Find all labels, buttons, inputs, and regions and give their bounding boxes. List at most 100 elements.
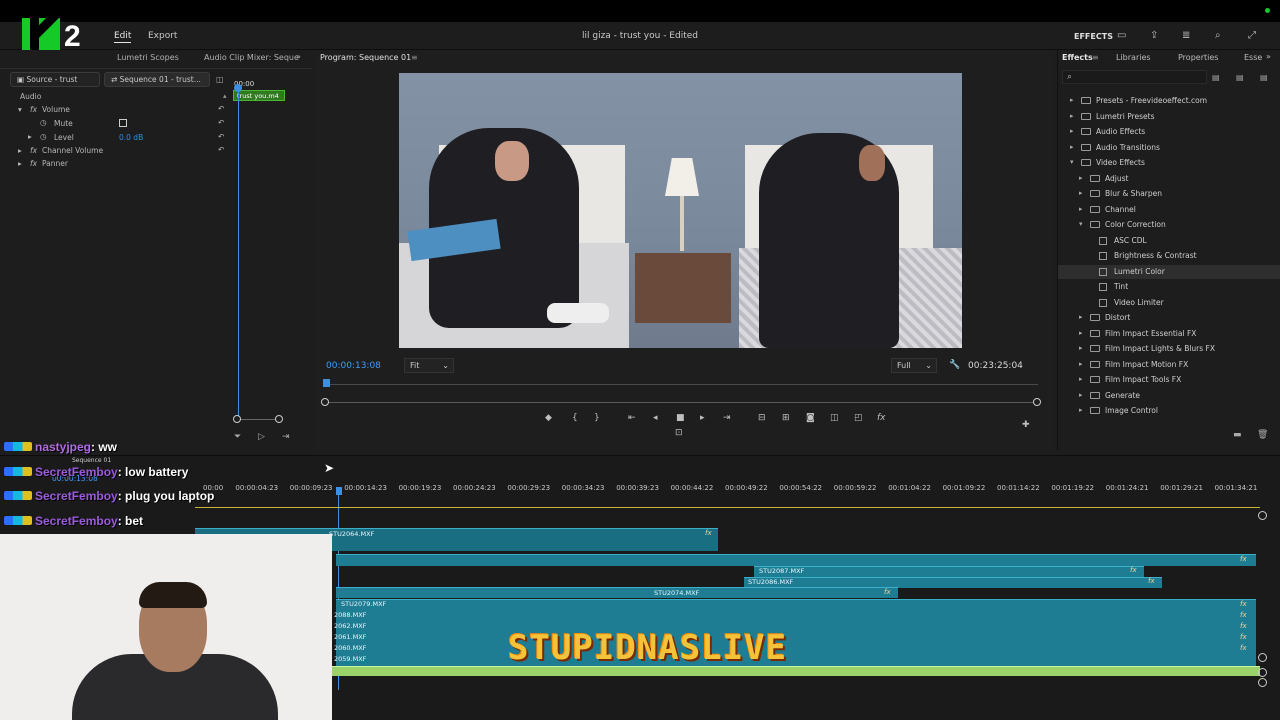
effects-tree-item[interactable] — [1058, 125, 1280, 139]
effects-tree-item[interactable] — [1058, 234, 1280, 248]
chevron-right-icon[interactable]: ▸ — [1079, 360, 1083, 368]
more-tabs-icon[interactable]: » — [296, 52, 301, 61]
work-area-bar[interactable] — [195, 507, 1260, 508]
effects-tree-item[interactable] — [1058, 110, 1280, 124]
timeline-ruler[interactable]: 00:00 00:00:04:23 00:00:09:23 00:00:14:23 00… — [195, 478, 1280, 496]
reset-icon[interactable]: ↶ — [218, 132, 224, 141]
add-button-icon[interactable]: ✚ — [1022, 420, 1030, 430]
compare-icon[interactable]: ◫ — [830, 413, 839, 423]
effects-tree-item[interactable] — [1058, 156, 1280, 170]
chevron-right-icon[interactable]: ▸ — [1079, 391, 1083, 399]
timeline-tab[interactable]: Sequence 01 — [72, 457, 111, 464]
chat-username[interactable]: nastyjpeg — [35, 440, 91, 454]
trash-icon[interactable]: 🗑 — [1257, 430, 1268, 440]
chat-username[interactable]: SecretFemboy — [35, 489, 118, 503]
collapse-icon[interactable]: ▴ — [223, 92, 227, 100]
multicam-icon[interactable]: ⊡ — [675, 428, 683, 438]
chevron-right-icon[interactable]: ▸ — [1079, 406, 1083, 414]
vr-icon[interactable]: ◰ — [854, 413, 863, 423]
tab-source[interactable]: ▣ Source - trust — [10, 72, 100, 87]
reset-icon[interactable]: ↶ — [218, 104, 224, 113]
chevron-right-icon[interactable]: ▸ — [1079, 329, 1083, 337]
audio-track-clip[interactable] — [332, 666, 1260, 676]
scroll-knob[interactable] — [1258, 511, 1267, 520]
tab-menu-icon[interactable]: ≡ — [1092, 53, 1099, 62]
marker-icon[interactable]: ◆ — [545, 413, 552, 423]
expand-channel-volume-icon[interactable]: ▸ — [18, 146, 22, 155]
search-icon[interactable]: ⌕ — [1215, 30, 1221, 41]
chevron-down-icon[interactable]: ▾ — [1070, 158, 1074, 166]
expand-panner-icon[interactable]: ▸ — [18, 159, 22, 168]
ec-playhead[interactable] — [238, 88, 239, 418]
step-forward-icon[interactable]: ▸ — [700, 413, 705, 423]
chevron-right-icon[interactable]: ▸ — [1079, 174, 1083, 182]
share-icon[interactable]: ⇪ — [1150, 30, 1158, 41]
tab-essential[interactable]: Esse — [1244, 53, 1262, 62]
effects-tree-item[interactable] — [1058, 264, 1280, 279]
reset-icon[interactable]: ↶ — [218, 118, 224, 127]
workspace-effects[interactable]: EFFECTS — [1074, 32, 1113, 41]
chevron-right-icon[interactable]: ▸ — [1079, 189, 1083, 197]
tab-audio-clip-mixer[interactable]: Audio Clip Mixer: Seque — [204, 53, 299, 62]
new-bin-icon[interactable]: ▬ — [1233, 430, 1242, 440]
mark-in-icon[interactable]: { — [572, 413, 578, 423]
chevron-right-icon[interactable]: ▸ — [1079, 375, 1083, 383]
expand-level-icon[interactable]: ▸ — [28, 132, 32, 141]
timeline-clip[interactable] — [336, 587, 898, 598]
go-to-in-icon[interactable]: ⇤ — [628, 413, 636, 423]
video-frame[interactable] — [399, 73, 962, 348]
program-range-bar[interactable] — [326, 402, 1038, 403]
effects-tree-item[interactable] — [1058, 280, 1280, 294]
yuv-icon[interactable]: ▤ — [1260, 73, 1268, 82]
chevron-right-icon[interactable]: ▸ — [1079, 205, 1083, 213]
camera-icon[interactable]: ◙ — [806, 413, 815, 423]
program-playhead[interactable] — [323, 379, 330, 387]
menu-icon[interactable]: ≣ — [1182, 30, 1190, 41]
export-icon[interactable]: ⇥ — [282, 432, 290, 442]
stop-icon[interactable]: ■ — [676, 413, 685, 423]
fullscreen-icon[interactable]: ⤢ — [1248, 30, 1256, 41]
chevron-right-icon[interactable]: ▸ — [1070, 112, 1074, 120]
filter-icon[interactable]: ⏷ — [234, 432, 241, 442]
tab-sequence[interactable]: ⇄ Sequence 01 - trust... — [104, 72, 210, 87]
chat-username[interactable]: SecretFemboy — [35, 514, 118, 528]
chevron-down-icon[interactable]: ▾ — [1079, 220, 1083, 228]
toggle-icon[interactable]: ◫ — [216, 75, 224, 84]
step-back-icon[interactable]: ◂ — [653, 413, 658, 423]
ec-zoom-bar[interactable] — [237, 419, 279, 420]
expand-volume-icon[interactable]: ▾ — [18, 105, 22, 114]
overwrite-icon[interactable]: ⊞ — [782, 413, 790, 423]
chevron-right-icon[interactable]: ▸ — [1079, 344, 1083, 352]
tab-effects[interactable]: Effects — [1062, 53, 1093, 62]
level-value[interactable]: 0.0 dB — [119, 133, 143, 142]
timeline-playhead-head[interactable] — [336, 487, 342, 495]
stopwatch-icon[interactable]: ◷ — [40, 118, 47, 127]
effects-search-input[interactable]: ⌕ — [1062, 70, 1207, 84]
chat-username[interactable]: SecretFemboy — [35, 465, 118, 479]
mark-out-icon[interactable]: } — [594, 413, 600, 423]
panel-icon[interactable]: ▭ — [1117, 30, 1126, 41]
tab-libraries[interactable]: Libraries — [1116, 53, 1151, 62]
chevron-right-icon[interactable]: ▸ — [1079, 313, 1083, 321]
chevron-right-icon[interactable]: ▸ — [1070, 96, 1074, 104]
range-knob[interactable] — [321, 398, 329, 406]
effects-tree-item[interactable] — [1058, 296, 1280, 310]
range-knob[interactable] — [1033, 398, 1041, 406]
program-scrubber[interactable] — [326, 384, 1038, 385]
ec-playhead-handle[interactable] — [234, 84, 242, 92]
stopwatch-icon[interactable]: ◷ — [40, 132, 47, 141]
scroll-knob[interactable] — [1258, 668, 1267, 677]
mute-checkbox[interactable] — [119, 119, 127, 127]
timeline-clip[interactable] — [336, 599, 1256, 666]
accelerated-icon[interactable]: ▤ — [1212, 73, 1220, 82]
fx-toggle-icon[interactable]: fx — [877, 413, 886, 423]
zoom-knob[interactable] — [275, 415, 283, 423]
wrench-icon[interactable]: 🔧 — [949, 360, 960, 370]
zoom-knob[interactable] — [233, 415, 241, 423]
scroll-knob[interactable] — [1258, 678, 1267, 687]
insert-icon[interactable]: ⊟ — [758, 413, 766, 423]
32bit-icon[interactable]: ▤ — [1236, 73, 1244, 82]
tab-properties[interactable]: Properties — [1178, 53, 1218, 62]
tab-menu-icon[interactable]: ≡ — [411, 53, 418, 62]
play-audio-icon[interactable]: ▷ — [258, 432, 265, 442]
